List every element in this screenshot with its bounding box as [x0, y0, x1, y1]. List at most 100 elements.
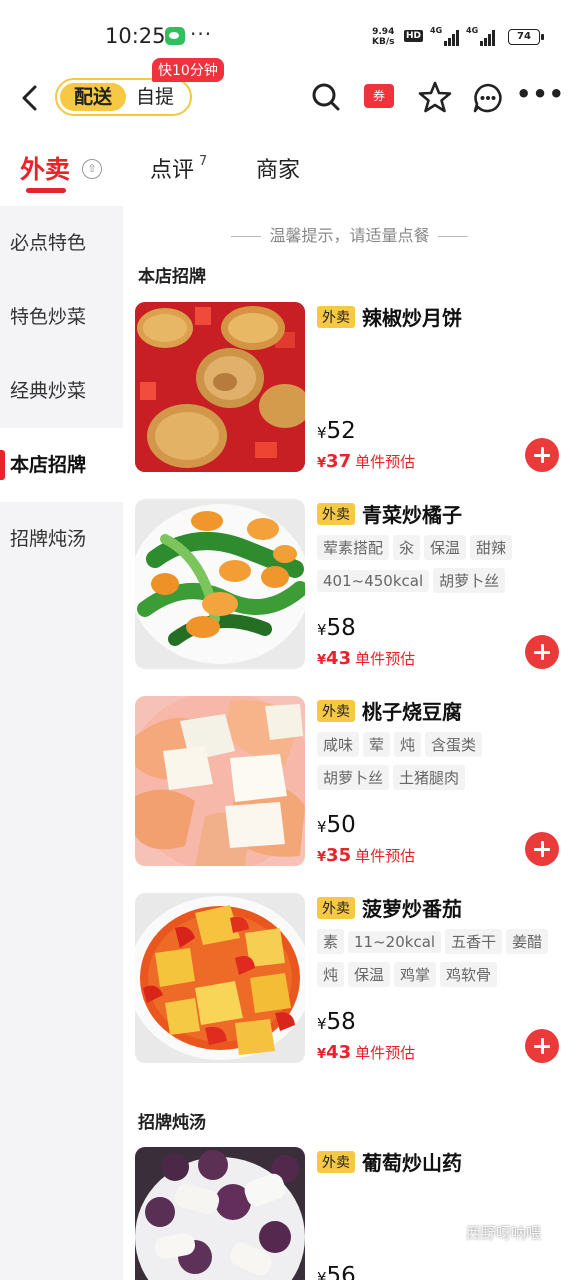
estimated-price: ¥43 单件预估 [317, 648, 415, 669]
back-arrow-icon[interactable] [18, 84, 42, 112]
coupon-icon[interactable]: 券 [364, 84, 394, 108]
category-sidebar: 必点特色 特色炒菜 经典炒菜 本店招牌 招牌炖汤 [0, 206, 123, 1280]
dish-name: 葡萄炒山药 [362, 1151, 462, 1175]
estimated-value: 43 [326, 648, 352, 669]
weibo-icon [444, 1226, 460, 1238]
signal-label: 4G [430, 26, 443, 35]
dish-price: ¥52 [317, 418, 356, 444]
wechat-icon [165, 27, 185, 45]
search-icon[interactable] [311, 82, 341, 112]
menu-item[interactable]: 外卖 辣椒炒月饼 ¥52 ¥37 单件预估 [135, 302, 576, 474]
delivery-mode-toggle: 配送 自提 [55, 78, 192, 116]
collapse-icon[interactable]: ⇧ [82, 159, 102, 179]
attribute-tag: 11~20kcal [348, 931, 442, 953]
chat-icon[interactable] [472, 82, 504, 114]
dish-image [135, 499, 305, 669]
estimate-note: 单件预估 [355, 1044, 416, 1062]
takeout-tag: 外卖 [317, 503, 355, 525]
add-to-cart-button[interactable] [525, 1029, 559, 1063]
section-title: 招牌炖汤 [138, 1113, 206, 1133]
attribute-tag: 土猪腿肉 [393, 765, 466, 790]
add-to-cart-button[interactable] [525, 635, 559, 669]
currency-symbol: ¥ [317, 456, 327, 471]
sidebar-item-must-order[interactable]: 必点特色 [0, 206, 123, 280]
sidebar-item-signature-soup[interactable]: 招牌炖汤 [0, 502, 123, 576]
dish-name: 辣椒炒月饼 [362, 306, 462, 330]
menu-list: 温馨提示，请适量点餐 本店招牌 外卖 辣椒炒月饼 ¥52 ¥37 单件预估 外卖… [123, 206, 576, 1280]
signal-bar [444, 41, 447, 46]
attribute-tag: 咸味 [317, 732, 360, 757]
status-time: 10:25 [105, 24, 166, 48]
attribute-tag: 胡萝卜丝 [317, 765, 390, 790]
attribute-tag: 荤 [363, 732, 391, 757]
store-tabs: 外卖 ⇧ 点评 7 商家 [0, 140, 576, 200]
estimated-price: ¥35 单件预估 [317, 845, 415, 866]
currency-symbol: ¥ [317, 1269, 327, 1280]
attribute-tag: 五香干 [445, 929, 503, 954]
active-tab-indicator [26, 188, 66, 193]
estimated-price: ¥43 单件预估 [317, 1042, 415, 1063]
pickup-tab[interactable]: 自提 [136, 83, 174, 111]
fast-delivery-badge: 快10分钟 [152, 58, 224, 82]
dish-name: 菠萝炒番茄 [362, 897, 462, 921]
tab-review[interactable]: 点评 [150, 152, 194, 184]
dish-image [135, 893, 305, 1063]
dish-attributes: 咸味荤炖含蛋类胡萝卜丝 土猪腿肉 [317, 732, 557, 798]
dish-image [135, 302, 305, 472]
nav-bar: 配送 自提 快10分钟 券 ••• [0, 58, 576, 126]
dish-name: 桃子烧豆腐 [362, 700, 462, 724]
attribute-tag: 炖 [394, 732, 422, 757]
watermark: 西野呀呐喂 [466, 1224, 542, 1242]
status-more-dots: ··· [190, 22, 213, 46]
estimated-value: 35 [326, 845, 352, 866]
sidebar-item-classic-stirfry[interactable]: 经典炒菜 [0, 354, 123, 428]
dish-attributes: 素 11~20kcal 五香干 姜醋炖 保温 鸡掌 鸡软骨 [317, 929, 567, 995]
dish-price: ¥50 [317, 812, 356, 838]
signal-bar [456, 30, 459, 46]
price-value: 52 [326, 418, 356, 444]
price-value: 58 [326, 615, 356, 641]
more-options-icon[interactable]: ••• [516, 80, 565, 108]
signal-bar [484, 38, 487, 46]
battery-icon: 74 [508, 29, 544, 45]
menu-item[interactable]: 外卖 葡萄炒山药 ¥56 [135, 1147, 576, 1280]
price-value: 56 [326, 1263, 356, 1280]
signal-icon: 4G [430, 26, 460, 46]
add-to-cart-button[interactable] [525, 438, 559, 472]
add-to-cart-button[interactable] [525, 832, 559, 866]
estimate-note: 单件预估 [355, 650, 416, 668]
dish-image [135, 1147, 305, 1280]
net-speed-value: 9.94 [372, 27, 395, 37]
hd-badge: HD [404, 30, 424, 42]
tab-shop[interactable]: 商家 [256, 152, 300, 184]
favorite-star-icon[interactable] [418, 80, 452, 114]
estimate-note: 单件预估 [355, 847, 416, 865]
dish-attributes: 荤素搭配汆保温 甜辣 401~450kcal 胡萝卜丝 [317, 535, 557, 601]
takeout-tag: 外卖 [317, 1151, 355, 1173]
attribute-tag: 胡萝卜丝 [433, 568, 506, 593]
sidebar-item-signature[interactable]: 本店招牌 [0, 428, 123, 502]
currency-symbol: ¥ [317, 850, 327, 865]
attribute-tag: 鸡软骨 [440, 962, 498, 987]
delivery-tab[interactable]: 配送 [60, 83, 126, 111]
attribute-tag: 401~450kcal [317, 570, 430, 592]
tab-takeout[interactable]: 外卖 [20, 150, 70, 186]
attribute-tag: 含蛋类 [425, 732, 483, 757]
takeout-tag: 外卖 [317, 897, 355, 919]
signal-bar [448, 38, 451, 46]
attribute-tag: 姜醋 [506, 929, 549, 954]
takeout-tag: 外卖 [317, 700, 355, 722]
menu-item[interactable]: 外卖 菠萝炒番茄 素 11~20kcal 五香干 姜醋炖 保温 鸡掌 鸡软骨 ¥58 ¥43… [135, 893, 576, 1065]
menu-item[interactable]: 外卖 桃子烧豆腐 咸味荤炖含蛋类胡萝卜丝 土猪腿肉 ¥50 ¥35 单件预估 [135, 696, 576, 868]
menu-item[interactable]: 外卖 青菜炒橘子 荤素搭配汆保温 甜辣 401~450kcal 胡萝卜丝 ¥58 ¥4… [135, 499, 576, 671]
sidebar-item-special-stirfry[interactable]: 特色炒菜 [0, 280, 123, 354]
attribute-tag: 甜辣 [470, 535, 513, 560]
currency-symbol: ¥ [317, 621, 327, 639]
signal-label: 4G [466, 26, 479, 35]
attribute-tag: 素 [317, 929, 345, 954]
order-tip: 温馨提示，请适量点餐 [123, 222, 576, 246]
signal-icon: 4G [466, 26, 496, 46]
net-speed-unit: KB/s [372, 37, 395, 47]
attribute-tag: 荤素搭配 [317, 535, 390, 560]
review-count: 7 [199, 154, 208, 169]
